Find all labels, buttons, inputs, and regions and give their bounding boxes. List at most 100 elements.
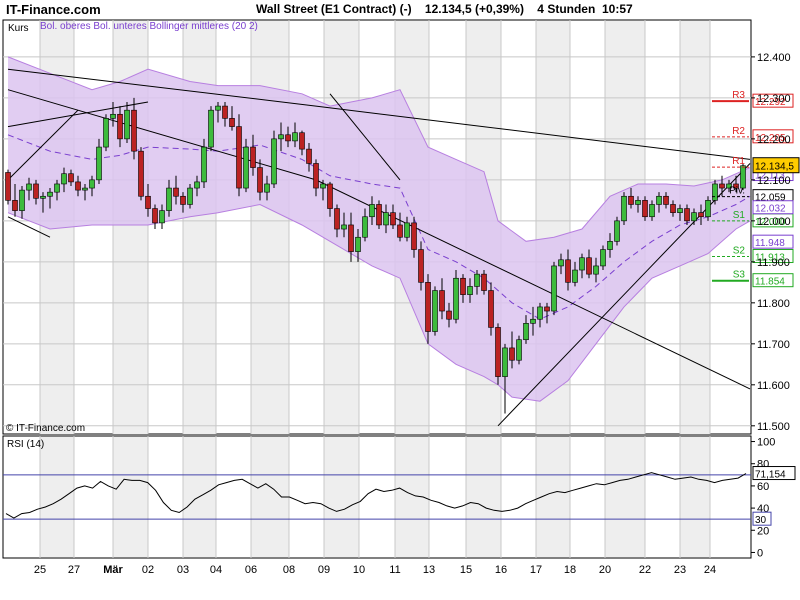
date-tick-label: 16	[495, 564, 507, 576]
chart-canvas: R312.292R212.205R112.131Piv.12.059S112.0…	[2, 19, 800, 576]
candle-down	[257, 167, 263, 193]
candle-up	[677, 208, 683, 213]
candle-up	[110, 113, 116, 119]
candle-down	[425, 282, 431, 332]
candle-up	[530, 318, 536, 324]
price-tick-label: 11.800	[757, 298, 790, 310]
date-tick-label: 18	[564, 564, 576, 576]
rsi-date-shade-band	[680, 437, 710, 557]
date-tick-label: 02	[142, 564, 154, 576]
candle-down	[495, 327, 501, 377]
rsi-date-shade-band	[40, 437, 74, 557]
candle-down	[698, 212, 704, 218]
bollinger-legend: Bol. oberes Bol. unteres Bollinger mittl…	[40, 21, 258, 32]
candle-up	[551, 265, 557, 312]
candle-down	[306, 148, 312, 164]
pivot-level-name: R2	[732, 126, 745, 137]
candle-up	[453, 277, 459, 320]
price-tick-label: 11.700	[757, 339, 790, 351]
price-tick-label: 12.300	[757, 93, 791, 105]
candle-up	[292, 132, 298, 142]
candle-up	[278, 134, 284, 140]
date-axis: 25 27 Mär 02 03 04 06 08 09 10 11 13 15 16 17 18 20 22 23 2…	[34, 564, 716, 576]
candle-down	[327, 183, 333, 209]
candle-up	[712, 183, 718, 201]
rsi-tick-label: 0	[757, 547, 763, 559]
pivot-level-name: S1	[733, 210, 746, 221]
date-tick-label: 20	[599, 564, 611, 576]
candle-up	[516, 339, 522, 361]
candle-up	[194, 181, 200, 189]
band-value-label: 12.032	[755, 204, 786, 215]
candle-down	[719, 183, 725, 189]
date-tick-label: 03	[177, 564, 189, 576]
date-tick-label: 17	[530, 564, 542, 576]
candle-down	[390, 212, 396, 226]
date-tick-label: 22	[639, 564, 651, 576]
candle-up	[467, 286, 473, 295]
candle-up	[649, 204, 655, 218]
pivot-level-value: 11.854	[755, 277, 785, 288]
pivot-level-name: Piv.	[729, 186, 745, 197]
candle-up	[572, 269, 578, 283]
candle-up	[355, 236, 361, 252]
candle-down	[348, 224, 354, 252]
date-tick-label: 06	[245, 564, 257, 576]
date-tick-label: 04	[210, 564, 222, 576]
candle-up	[264, 183, 270, 193]
candle-up	[621, 195, 627, 222]
candle-up	[124, 109, 130, 140]
candle-down	[117, 113, 123, 140]
date-tick-label: Mär	[103, 564, 123, 576]
price-tick-label: 11.900	[757, 257, 790, 269]
rsi-axis: 10080604020071,15430	[751, 437, 796, 559]
date-tick-label: 10	[353, 564, 365, 576]
date-tick-label: 11	[389, 564, 400, 576]
candle-down	[488, 290, 494, 328]
candle-down	[173, 187, 179, 197]
candle-down	[33, 183, 39, 199]
rsi-current-value: 71,154	[755, 470, 786, 481]
rsi-date-shade-band	[324, 437, 359, 557]
candle-down	[446, 310, 452, 320]
price-tick-label: 11.600	[757, 380, 790, 392]
candle-up	[705, 200, 711, 218]
pivot-level-name: R3	[732, 90, 745, 101]
rsi-tick-label: 60	[757, 481, 769, 493]
rsi-label: RSI (14)	[7, 439, 44, 450]
date-tick-label: 27	[68, 564, 80, 576]
rsi-level-value: 30	[755, 515, 767, 526]
candle-up	[215, 105, 221, 111]
candle-down	[12, 200, 18, 211]
candle-down	[565, 259, 571, 283]
candle-down	[663, 195, 669, 205]
candle-down	[418, 249, 424, 283]
rsi-date-shade-band	[113, 437, 148, 557]
price-tick-label: 12.200	[757, 134, 791, 146]
candle-down	[684, 208, 690, 222]
candle-up	[208, 109, 214, 148]
candle-up	[600, 249, 606, 267]
candle-down	[397, 224, 403, 238]
candle-up	[537, 306, 543, 320]
candle-down	[628, 195, 634, 205]
candle-down	[180, 195, 186, 205]
candle-up	[502, 347, 508, 377]
candle-down	[376, 204, 382, 226]
copyright-label: © IT-Finance.com	[6, 423, 85, 434]
candle-up	[474, 273, 480, 287]
candle-down	[509, 347, 515, 361]
candle-up	[61, 173, 67, 185]
candle-down	[411, 222, 417, 250]
candle-up	[579, 257, 585, 271]
candle-up	[614, 220, 620, 242]
rsi-date-shade-band	[605, 437, 645, 557]
candle-up	[82, 187, 88, 191]
candle-down	[439, 290, 445, 312]
candle-up	[635, 200, 641, 205]
band-value-label: 11.948	[755, 238, 785, 249]
candle-up	[271, 138, 277, 185]
rsi-date-shade-band	[466, 437, 501, 557]
date-tick-label: 24	[704, 564, 716, 576]
pivot-level-name: R1	[732, 156, 745, 167]
